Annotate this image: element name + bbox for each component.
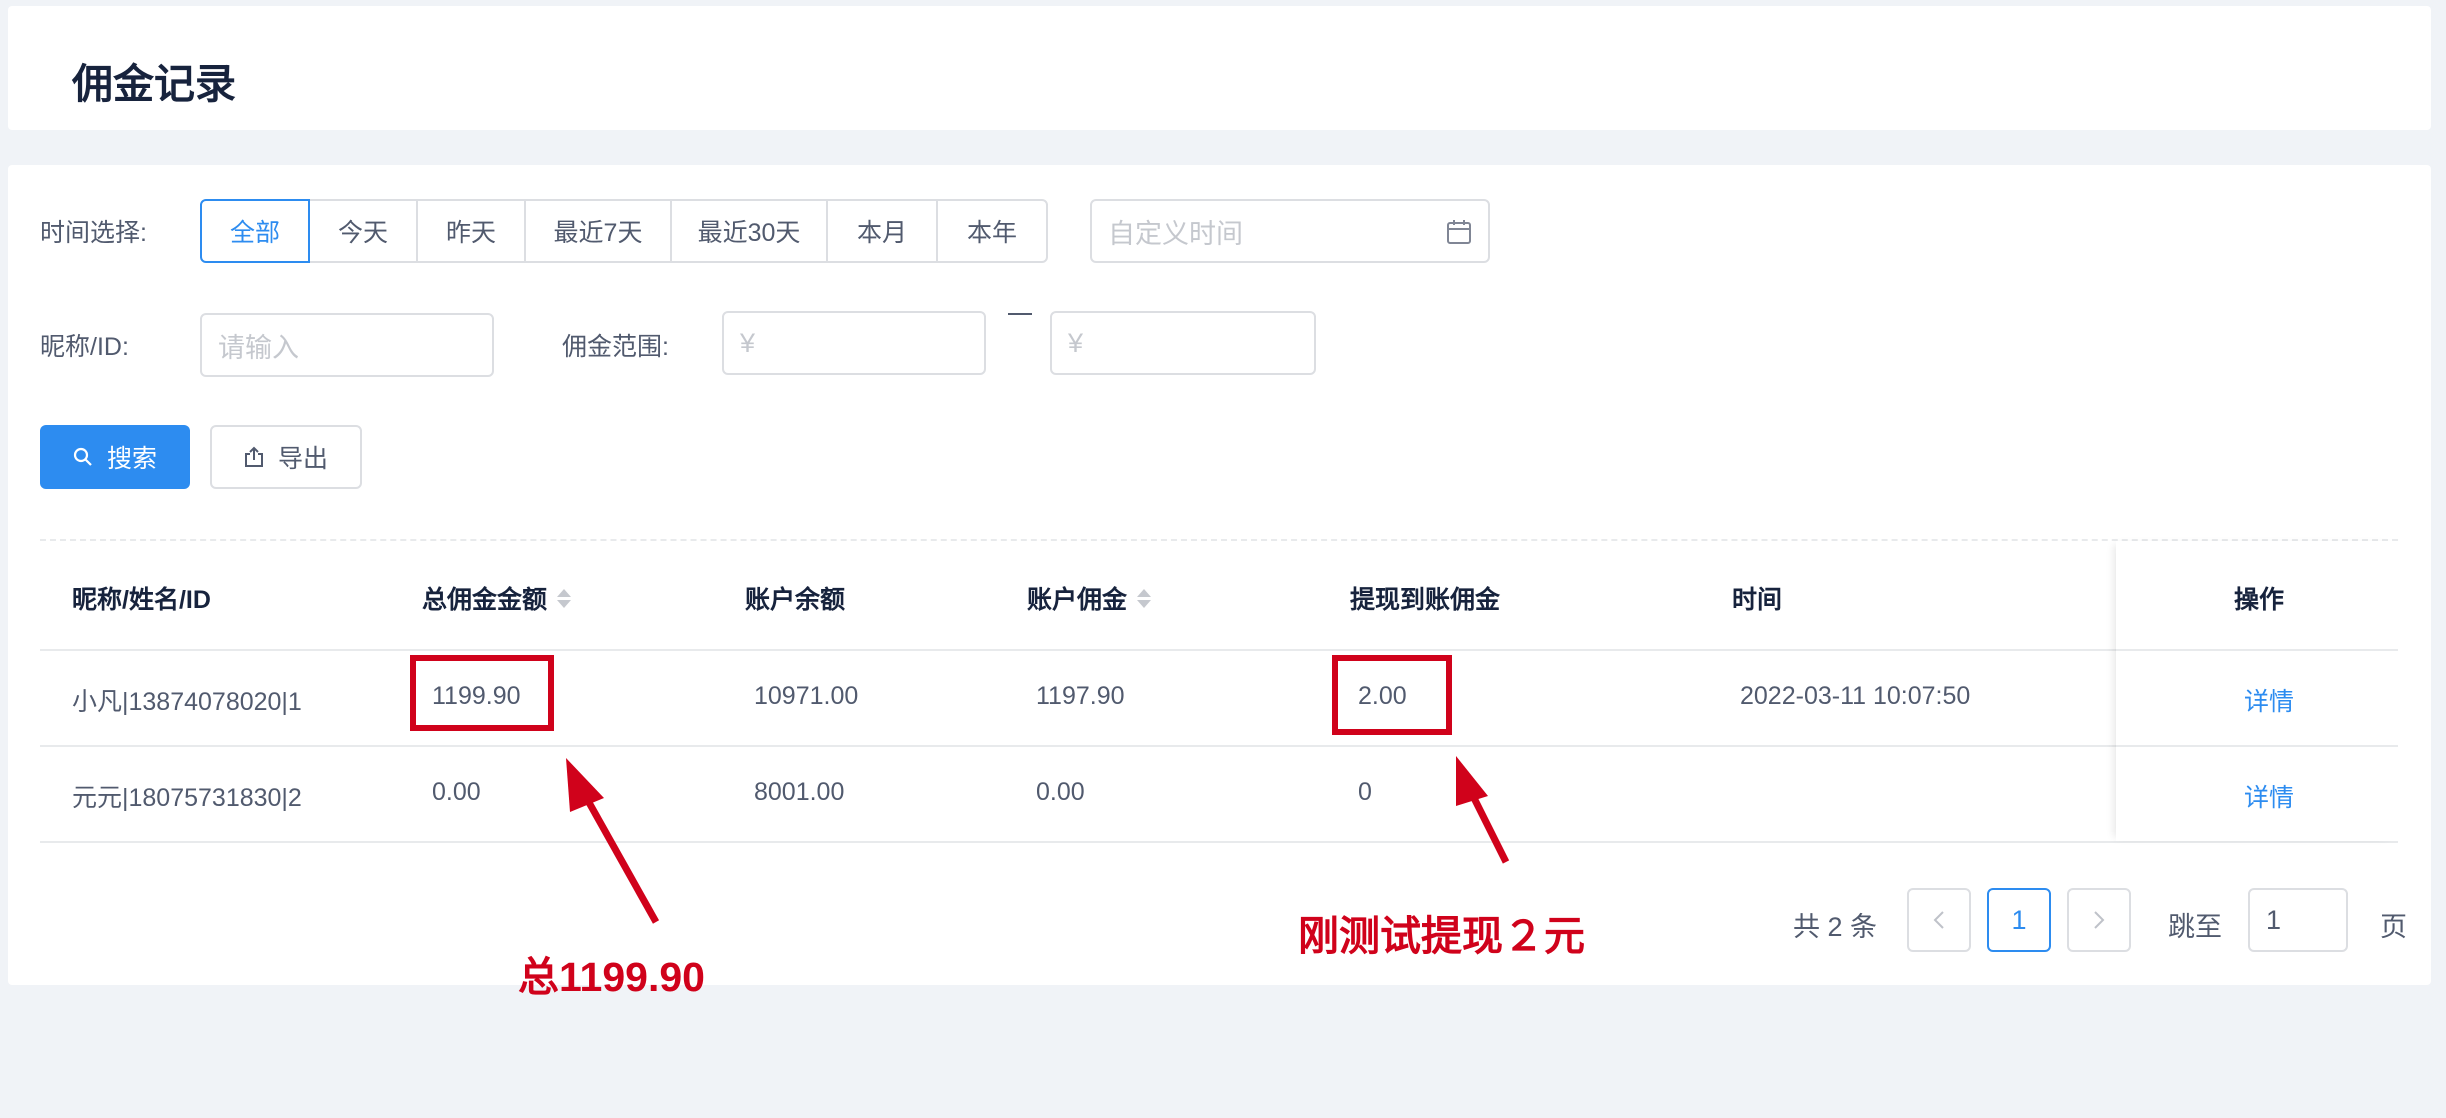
table-top-border <box>40 539 2398 541</box>
chevron-left-icon <box>1933 911 1944 929</box>
custom-time-picker[interactable]: 自定义时间 <box>1090 199 1490 263</box>
nickname-placeholder: 请输入 <box>218 332 299 363</box>
range-min-input[interactable]: ¥ <box>722 311 986 375</box>
annotation-withdraw-note: 刚测试提现２元 <box>1298 913 1585 959</box>
range-min-placeholder: ¥ <box>740 327 756 358</box>
col-header-balance: 账户余额 <box>745 586 846 614</box>
col-header-commission-label: 账户佣金 <box>1027 586 1128 614</box>
prev-page-button[interactable] <box>1907 888 1971 952</box>
search-icon <box>73 447 92 466</box>
chevron-right-icon <box>2094 911 2105 929</box>
search-button[interactable]: 搜索 <box>40 425 190 489</box>
highlight-box-total <box>410 655 554 731</box>
highlight-box-withdrawn <box>1332 655 1452 735</box>
export-button-label: 导出 <box>277 445 328 473</box>
cell-name: 元元|18075731830|2 <box>72 784 302 812</box>
time-filter-label: 时间选择: <box>40 219 147 247</box>
time-option-all[interactable]: 全部 <box>200 199 310 263</box>
sort-icon[interactable] <box>1137 588 1152 608</box>
cell-withdrawn: 0 <box>1358 778 1372 806</box>
main-card: 时间选择: 全部 今天 昨天 最近7天 最近30天 本月 本年 自定义时间 昵称… <box>8 165 2431 985</box>
page-suffix-label: 页 <box>2380 912 2407 942</box>
time-option-30days[interactable]: 最近30天 <box>670 199 828 263</box>
col-header-time: 时间 <box>1732 586 1783 614</box>
time-option-month[interactable]: 本月 <box>826 199 938 263</box>
page-button-current[interactable]: 1 <box>1987 888 2051 952</box>
cell-commission: 1197.90 <box>1036 682 1125 710</box>
detail-link[interactable]: 详情 <box>2244 778 2294 814</box>
cell-name: 小凡|13874078020|1 <box>72 688 302 716</box>
nickname-input[interactable]: 请输入 <box>200 313 494 377</box>
cell-total: 0.00 <box>432 778 481 806</box>
sort-icon[interactable] <box>557 588 572 608</box>
custom-time-placeholder: 自定义时间 <box>1108 218 1243 249</box>
jump-label: 跳至 <box>2168 912 2222 942</box>
table-divider <box>40 841 2398 843</box>
jump-page-input[interactable]: 1 <box>2248 888 2348 952</box>
table-divider <box>40 649 2398 651</box>
annotation-total-note: 总1199.90 <box>518 954 705 1000</box>
export-icon <box>244 446 263 467</box>
range-max-input[interactable]: ¥ <box>1050 311 1316 375</box>
page-title: 佣金记录 <box>72 61 236 107</box>
time-option-7days[interactable]: 最近7天 <box>524 199 672 263</box>
cell-balance: 8001.00 <box>754 778 845 806</box>
col-header-commission[interactable]: 账户佣金 <box>1027 580 1152 616</box>
col-header-name: 昵称/姓名/ID <box>72 586 211 614</box>
search-button-label: 搜索 <box>106 445 157 473</box>
cell-commission: 0.00 <box>1036 778 1085 806</box>
time-option-year[interactable]: 本年 <box>936 199 1048 263</box>
cell-balance: 10971.00 <box>754 682 859 710</box>
detail-link[interactable]: 详情 <box>2244 682 2294 718</box>
calendar-icon <box>1447 220 1471 244</box>
col-header-total[interactable]: 总佣金金额 <box>422 580 572 616</box>
export-button[interactable]: 导出 <box>210 425 362 489</box>
nickname-label: 昵称/ID: <box>40 333 129 361</box>
time-option-yesterday[interactable]: 昨天 <box>416 199 526 263</box>
table-divider <box>40 745 2398 747</box>
range-separator <box>1008 313 1032 315</box>
pagination-total: 共 2 条 <box>1793 912 1878 942</box>
cell-time: 2022-03-11 10:07:50 <box>1740 682 1971 710</box>
range-max-placeholder: ¥ <box>1068 327 1084 358</box>
col-header-total-label: 总佣金金额 <box>422 586 548 614</box>
col-header-withdrawn: 提现到账佣金 <box>1350 586 1501 614</box>
header-card: 佣金记录 <box>8 6 2431 130</box>
commission-range-label: 佣金范围: <box>562 333 669 361</box>
time-option-today[interactable]: 今天 <box>308 199 418 263</box>
next-page-button[interactable] <box>2067 888 2131 952</box>
